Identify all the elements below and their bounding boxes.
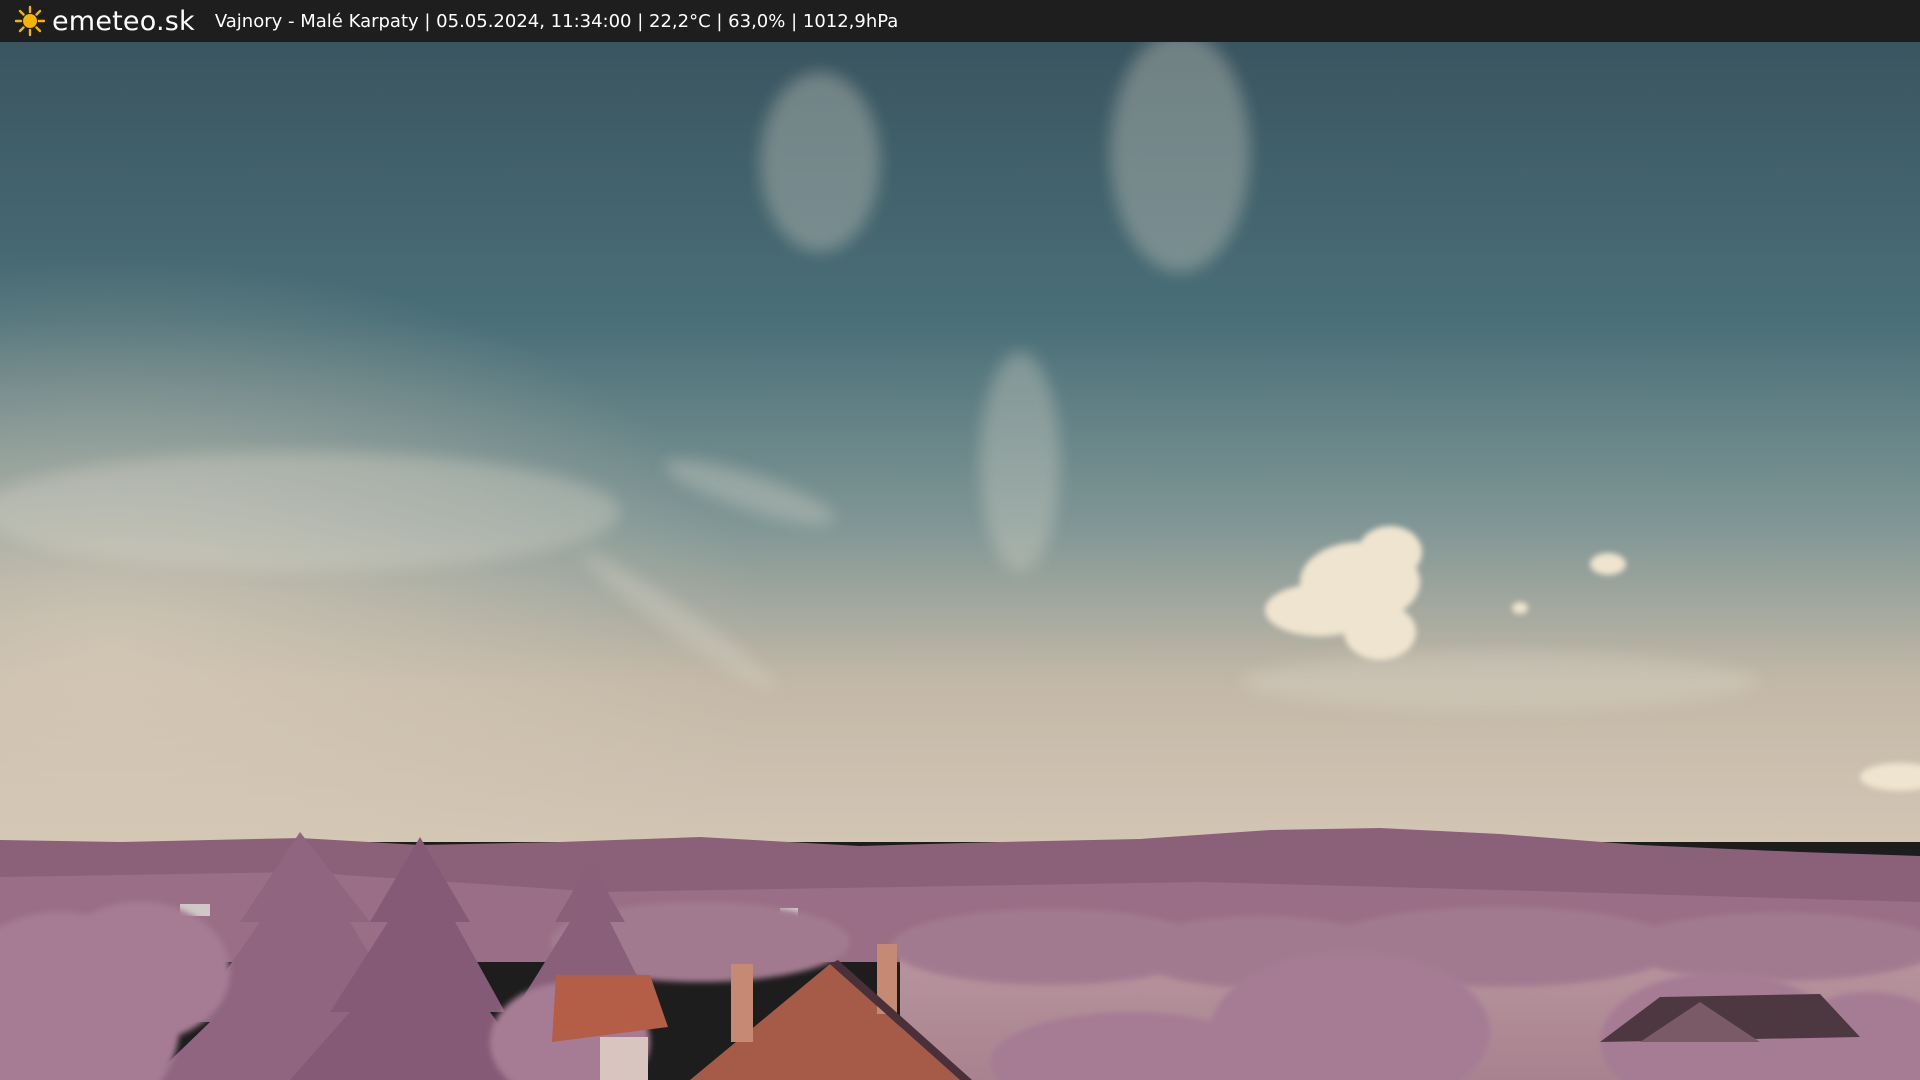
header-bar: emeteo.sk Vajnory - Malé Karpaty | 05.05… xyxy=(0,0,1920,42)
webcam-caption: Vajnory - Malé Karpaty | 05.05.2024, 11:… xyxy=(214,10,899,32)
webcam-image xyxy=(0,42,1920,1080)
sun-icon xyxy=(14,5,46,37)
brand-name[interactable]: emeteo.sk xyxy=(52,6,195,37)
site-logo[interactable]: emeteo.sk xyxy=(14,5,195,37)
